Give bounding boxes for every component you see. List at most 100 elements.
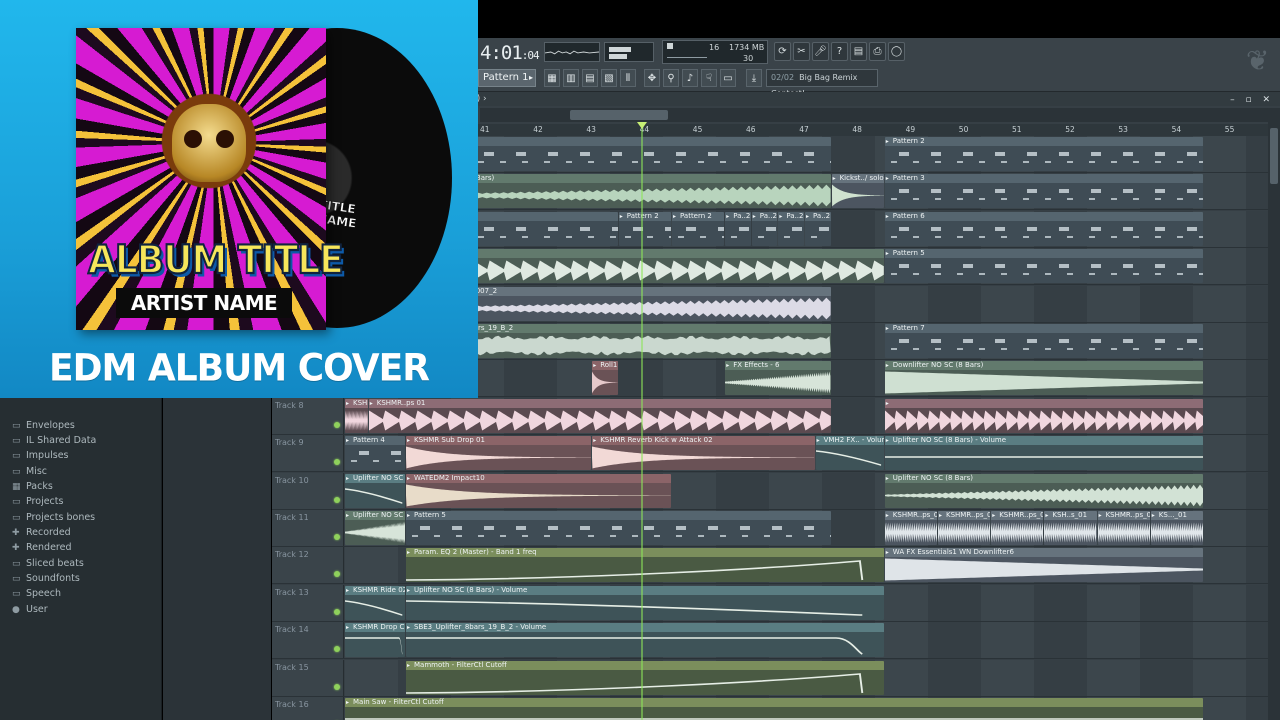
pattern-clip[interactable]: Pattern 4: [345, 436, 405, 471]
track-lane[interactable]: Pattern 4KSHMR Sub Drop 01KSHMR Reverb K…: [345, 435, 1268, 472]
pattern-clip[interactable]: Pattern 5: [406, 511, 831, 545]
audio-clip[interactable]: KSHMR..ps_01: [991, 511, 1044, 545]
track-lane[interactable]: Pattern 5: [345, 248, 1268, 285]
browser-item[interactable]: ▭ IL Shared Data: [12, 435, 96, 450]
audio-clip[interactable]: WATEDM2 Impact10: [406, 473, 671, 508]
browser-item[interactable]: ▭ Impulses: [12, 450, 69, 465]
track-lane[interactable]: VMH2 FX Sounds 007_2: [345, 285, 1268, 322]
track-lane[interactable]: Uplifter NO SC (8 Bars)Kickst../ soloPat…: [345, 173, 1268, 210]
playhead-marker-icon[interactable]: [637, 122, 647, 129]
audio-clip[interactable]: Kickst../ solo: [831, 174, 884, 209]
automation-clip[interactable]: Param. EQ 2 (Master) - Band 1 freq: [406, 548, 884, 583]
track-active-led[interactable]: [334, 534, 340, 540]
news-ticker[interactable]: 02/02 Big Bag Remix Contest! ▸: [766, 69, 878, 98]
track-lane[interactable]: Main Saw - FilterCtl Cutoff: [345, 697, 1268, 720]
playlist-icon[interactable]: ▦: [544, 69, 560, 87]
browser-item[interactable]: ▭ Projects: [12, 496, 63, 511]
track-lane[interactable]: SBE3_Uplifter_8bars_19_B_2Pattern 7: [345, 323, 1268, 359]
help-icon[interactable]: ?: [831, 42, 848, 61]
render-icon[interactable]: ⎙: [869, 42, 886, 61]
track-lane[interactable]: Param. EQ 2 (Master) - Band 1 freqWA FX …: [345, 547, 1268, 584]
browser-item[interactable]: ▦ Packs: [12, 481, 53, 496]
browser-item[interactable]: ▭ Speech: [12, 588, 61, 603]
automation-clip[interactable]: Main Saw - FilterCtl Cutoff: [345, 698, 1203, 720]
window-controls[interactable]: – ▫ ✕: [1230, 93, 1274, 107]
plugin-icon[interactable]: ⚲: [663, 69, 679, 87]
audio-clip[interactable]: KSHMR..ps 01: [368, 398, 831, 433]
audio-clip[interactable]: KSHMR Reverb Kick w Attack 02: [592, 436, 815, 471]
audio-clip[interactable]: KSHMR..ps_01: [1097, 511, 1150, 545]
automation-clip[interactable]: Uplifter NO SC (8 Bars) - Volume: [345, 473, 405, 508]
vertical-scrollbar-thumb[interactable]: [1270, 128, 1278, 184]
mixer-icon[interactable]: ⫴: [620, 69, 636, 87]
timeline-ruler[interactable]: 41 42 43 44 45 46 47 48 49 50 51 52 53 54 55: [478, 124, 1274, 136]
pattern-clip[interactable]: Pattern 7: [884, 324, 1203, 358]
automation-clip[interactable]: Mammoth - FilterCtl Cutoff: [406, 660, 884, 695]
vertical-scrollbar[interactable]: [1268, 122, 1280, 720]
track-lane[interactable]: Mammoth - FilterCtl Cutoff: [345, 659, 1268, 696]
pattern-clip[interactable]: Pattern 5: [884, 249, 1203, 284]
audio-clip[interactable]: KSHMR Sub Drop 01: [406, 436, 592, 471]
browser-item[interactable]: ✚ Rendered: [12, 542, 72, 557]
track-header[interactable]: Track 13: [272, 584, 344, 621]
browser-item[interactable]: ▭ Envelopes: [12, 420, 75, 435]
pattern-clip[interactable]: Pa..2: [805, 211, 831, 246]
browser-item[interactable]: ▭ Sliced beats: [12, 558, 84, 573]
download-icon[interactable]: ⤓: [746, 69, 762, 87]
browser-item[interactable]: ▭ Soundfonts: [12, 573, 80, 588]
horizontal-scrollbar[interactable]: [480, 108, 1280, 122]
track-lane[interactable]: Roll1 FX Effects - 6 Downlifter NO SC (8 B…: [345, 360, 1268, 397]
track-lane[interactable]: Pattern 2Pattern 2Pattern 2Pa..2Pa..2Pa.…: [345, 210, 1268, 247]
track-header[interactable]: Track 14: [272, 622, 344, 659]
audio-clip[interactable]: [884, 398, 1203, 433]
pattern-clip[interactable]: Pattern 2: [884, 137, 1203, 171]
pattern-clip[interactable]: Pattern 2: [672, 211, 725, 246]
mic-icon[interactable]: 🎤︎: [812, 42, 829, 61]
track-header[interactable]: Track 9: [272, 435, 344, 472]
track-header[interactable]: Track 10: [272, 472, 344, 509]
track-active-led[interactable]: [334, 683, 340, 690]
track-lane[interactable]: K..1KSHMR..aps 01KSHMR..ps 01: [345, 397, 1268, 434]
audio-clip[interactable]: KSHMR..ps_01: [884, 511, 937, 545]
pattern-clip[interactable]: Pa..2: [778, 211, 804, 246]
track-lane[interactable]: Pattern 1Pattern 2: [345, 136, 1268, 172]
audio-clip[interactable]: KS..._01: [1150, 511, 1203, 545]
automation-clip[interactable]: Uplifter NO SC (8 Bars) - Volume: [884, 436, 1203, 471]
automation-clip[interactable]: SBE3_Uplifter_8bars_19_B_2 - Volume: [406, 623, 884, 658]
automation-clip[interactable]: KSHMR Drop Claps 01 - Volume: [345, 623, 405, 658]
track-header[interactable]: Track 16: [272, 697, 344, 720]
track-active-led[interactable]: [334, 421, 340, 428]
song-position-clock[interactable]: 4:01:04: [480, 42, 540, 64]
track-active-led[interactable]: [334, 496, 340, 503]
audio-clip[interactable]: Downlifter NO SC (8 Bars): [884, 361, 1203, 396]
cut-icon[interactable]: ✂: [793, 42, 810, 61]
track-lane[interactable]: Uplifter NO SC (8 Bars) - VolumeWATEDM2 …: [345, 472, 1268, 509]
audio-clip[interactable]: Uplifter NO SC (8 Bars): [884, 473, 1203, 508]
pattern-clip[interactable]: Pattern 2: [618, 211, 671, 246]
pattern-clip[interactable]: Pa..2: [751, 211, 778, 246]
track-header[interactable]: Track 15: [272, 659, 344, 696]
channel-rack-icon[interactable]: ▧: [601, 69, 617, 87]
browser-item[interactable]: ● User: [12, 604, 48, 619]
audio-clip[interactable]: FX Effects - 6: [725, 361, 831, 396]
playhead[interactable]: [641, 124, 643, 720]
plugin-picker-icon[interactable]: ✥: [644, 69, 660, 87]
tempo-icon[interactable]: ♪: [682, 69, 698, 87]
pattern-clip[interactable]: Pattern 3: [884, 174, 1203, 209]
audio-clip[interactable]: WA FX Essentials1 WN Downlifter6: [884, 548, 1203, 583]
track-lane[interactable]: KSHMR Ride 02 - VolumeUplifter NO SC (8 …: [345, 584, 1268, 621]
audio-clip[interactable]: Roll1: [592, 361, 618, 396]
browser-item[interactable]: ✚ Recorded: [12, 527, 71, 542]
scrollbar-thumb[interactable]: [570, 110, 668, 120]
track-lane[interactable]: KSHMR Drop Claps 01 - VolumeSBE3_Uplifte…: [345, 622, 1268, 659]
automation-clip[interactable]: VMH2 FX.. - Volume: [815, 436, 884, 471]
piano-roll-icon[interactable]: ▥: [563, 69, 579, 87]
track-header[interactable]: Track 12: [272, 547, 344, 584]
browser-icon[interactable]: ▤: [582, 69, 598, 87]
track-active-led[interactable]: [334, 459, 340, 466]
pattern-selector[interactable]: Pattern 1 ▸: [478, 69, 536, 87]
track-active-led[interactable]: [334, 646, 340, 653]
refresh-icon[interactable]: ⟳: [774, 42, 791, 61]
chat-icon[interactable]: ◯: [888, 42, 905, 61]
automation-clip[interactable]: Uplifter NO SC (8 Bars) - Volume: [406, 585, 884, 620]
